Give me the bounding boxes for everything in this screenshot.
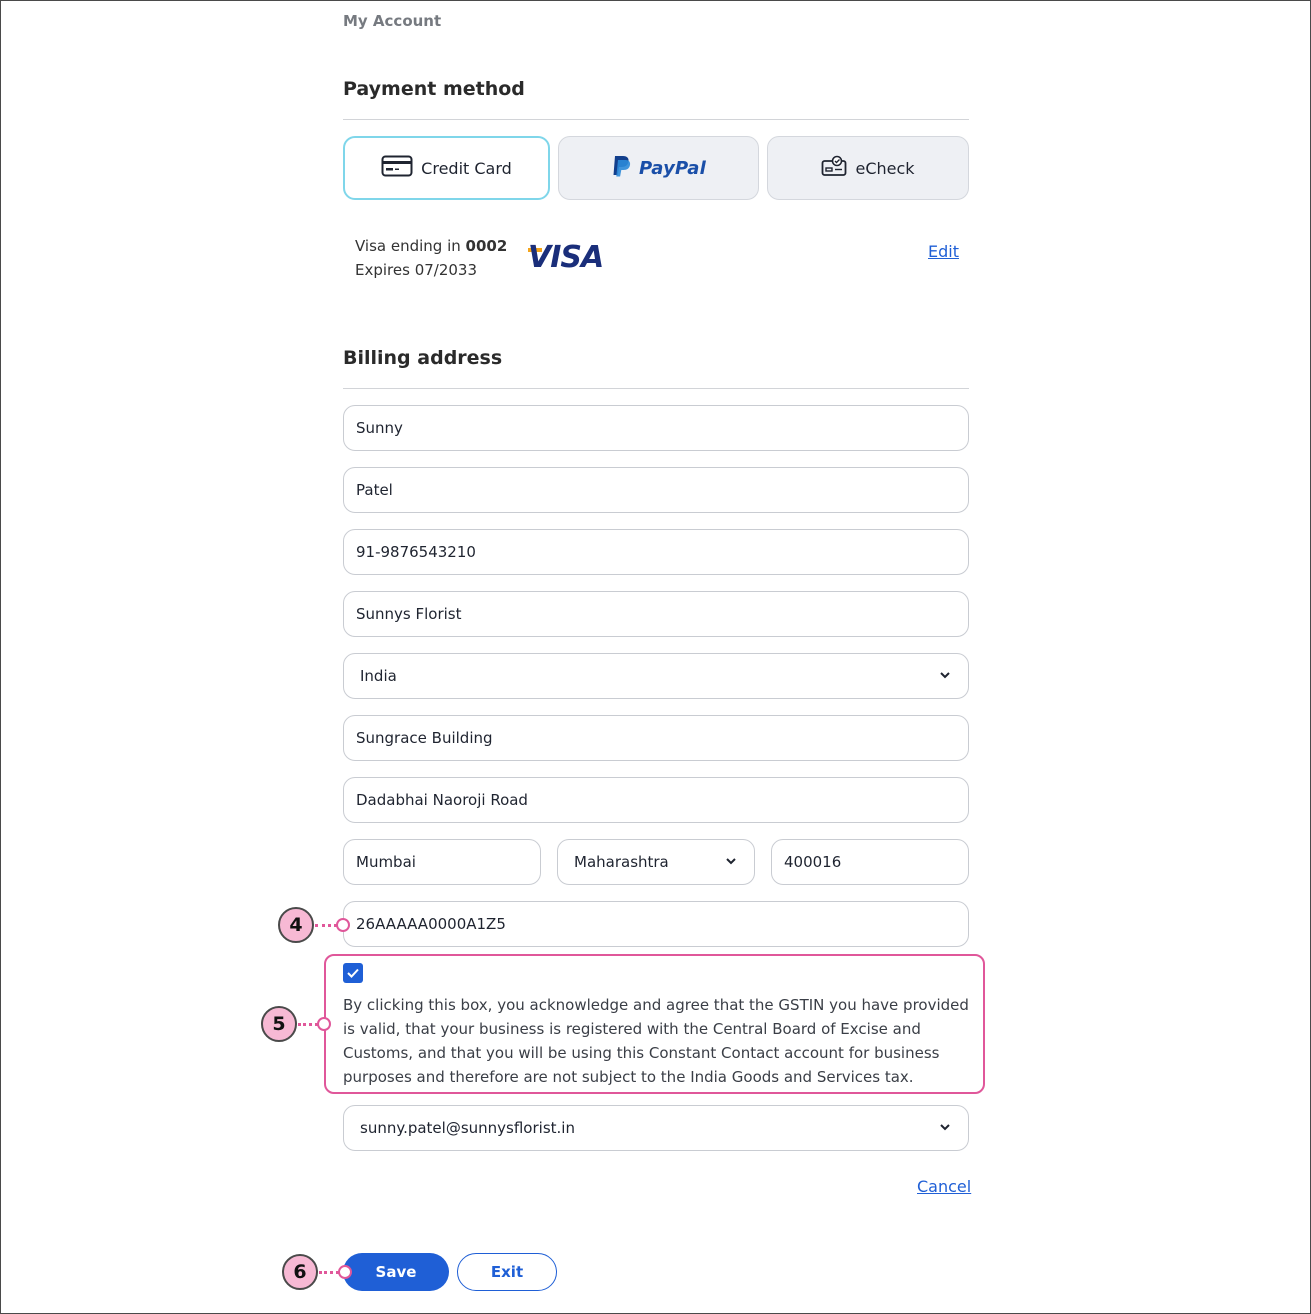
credit-card-label: Credit Card	[421, 158, 512, 178]
state-select[interactable]: Maharashtra	[557, 839, 755, 885]
callout-connector	[319, 1271, 339, 1274]
checkmark-icon	[347, 968, 359, 978]
email-select[interactable]: sunny.patel@sunnysflorist.in	[343, 1105, 969, 1151]
gst-consent-checkbox[interactable]	[343, 963, 363, 983]
payment-method-heading: Payment method	[343, 78, 525, 100]
card-summary: Visa ending in 0002 Expires 07/2033	[355, 234, 507, 282]
last-name-field[interactable]: Patel	[343, 467, 969, 513]
callout-anchor	[317, 1017, 331, 1031]
card-ending-prefix: Visa ending in	[355, 237, 466, 255]
chevron-down-icon	[938, 668, 952, 686]
paypal-button[interactable]: PayPal	[558, 136, 759, 200]
cancel-link[interactable]: Cancel	[917, 1177, 971, 1196]
echeck-icon	[821, 155, 847, 181]
breadcrumb[interactable]: My Account	[343, 12, 441, 30]
company-value: Sunnys Florist	[356, 605, 462, 623]
save-button[interactable]: Save	[343, 1253, 449, 1291]
city-value: Mumbai	[356, 853, 416, 871]
phone-value: 91-9876543210	[356, 543, 476, 561]
gstin-field[interactable]: 26AAAAA0000A1Z5	[343, 901, 969, 947]
company-field[interactable]: Sunnys Florist	[343, 591, 969, 637]
postal-code-value: 400016	[784, 853, 842, 871]
email-value: sunny.patel@sunnysflorist.in	[360, 1119, 575, 1137]
divider	[343, 388, 969, 389]
echeck-label: eCheck	[855, 158, 915, 178]
callout-connector	[298, 1023, 318, 1026]
phone-field[interactable]: 91-9876543210	[343, 529, 969, 575]
city-field[interactable]: Mumbai	[343, 839, 541, 885]
card-last4: 0002	[465, 237, 508, 255]
chevron-down-icon	[724, 854, 738, 872]
echeck-button[interactable]: eCheck	[767, 136, 969, 200]
last-name-value: Patel	[356, 481, 393, 499]
state-value: Maharashtra	[574, 853, 669, 871]
callout-badge-5: 5	[261, 1006, 297, 1042]
postal-code-field[interactable]: 400016	[771, 839, 969, 885]
first-name-field[interactable]: Sunny	[343, 405, 969, 451]
address-line1-field[interactable]: Sungrace Building	[343, 715, 969, 761]
divider	[343, 119, 969, 120]
credit-card-icon	[381, 155, 413, 181]
exit-button[interactable]: Exit	[457, 1253, 557, 1291]
chevron-down-icon	[938, 1120, 952, 1138]
callout-anchor	[336, 918, 350, 932]
callout-badge-6: 6	[282, 1254, 318, 1290]
callout-badge-4: 4	[278, 907, 314, 943]
callout-anchor	[338, 1265, 352, 1279]
credit-card-button[interactable]: Credit Card	[343, 136, 550, 200]
callout-connector	[315, 924, 337, 927]
country-value: India	[360, 667, 397, 685]
paypal-logo-icon	[611, 154, 631, 182]
gstin-value: 26AAAAA0000A1Z5	[356, 915, 506, 933]
first-name-value: Sunny	[356, 419, 403, 437]
edit-card-link[interactable]: Edit	[928, 242, 959, 261]
address-line2-value: Dadabhai Naoroji Road	[356, 791, 528, 809]
gst-consent-text: By clicking this box, you acknowledge an…	[343, 996, 969, 1086]
address-line1-value: Sungrace Building	[356, 729, 493, 747]
card-expiry: Expires 07/2033	[355, 261, 478, 279]
paypal-label: PayPal	[639, 157, 706, 179]
visa-logo-icon: VISA	[528, 240, 604, 275]
country-select[interactable]: India	[343, 653, 969, 699]
address-line2-field[interactable]: Dadabhai Naoroji Road	[343, 777, 969, 823]
billing-address-heading: Billing address	[343, 347, 503, 369]
